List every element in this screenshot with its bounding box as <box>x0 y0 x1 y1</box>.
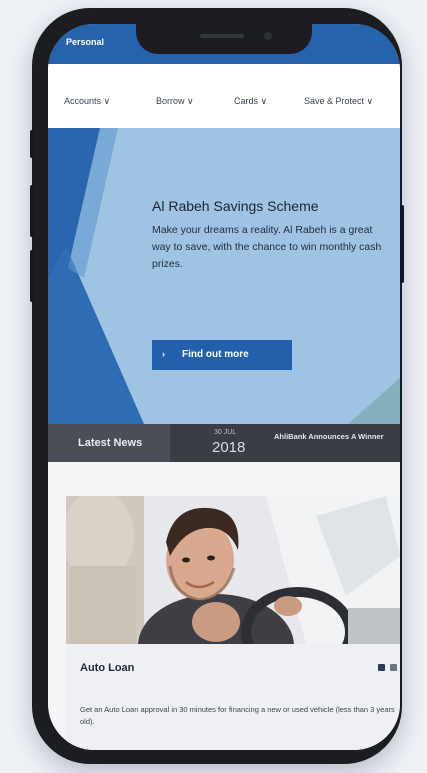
phone-screen: Personal Accounts ∨ Borrow ∨ Cards ∨ Sav… <box>48 24 400 750</box>
auto-loan-description: Get an Auto Loan approval in 30 minutes … <box>80 705 395 726</box>
notch-speaker <box>200 34 244 38</box>
latest-news-label: Latest News <box>78 437 143 449</box>
find-out-more-label: Find out more <box>182 349 249 360</box>
auto-loan-photo <box>66 496 400 644</box>
auto-loan-title: Auto Loan <box>80 662 135 674</box>
latest-news-bar: Latest News 30 JUL 2018 AhliBank Announc… <box>48 424 400 462</box>
phone-notch <box>136 24 312 54</box>
notch-camera <box>264 32 272 40</box>
tab-personal[interactable]: Personal <box>66 37 104 47</box>
find-out-more-button[interactable]: › Find out more <box>152 340 292 370</box>
carousel-dot[interactable] <box>390 664 397 671</box>
hero-background-shapes <box>48 128 400 424</box>
phone-side-button <box>30 130 34 158</box>
main-nav: Accounts ∨ Borrow ∨ Cards ∨ Save & Prote… <box>48 64 400 129</box>
news-date-day: 30 JUL <box>214 429 237 436</box>
phone-power-button <box>400 205 404 283</box>
nav-item-cards[interactable]: Cards ∨ <box>234 96 267 107</box>
auto-loan-card: Auto Loan Get an Auto Loan approval in 3… <box>66 644 400 750</box>
hero-description: Make your dreams a reality. Al Rabeh is … <box>152 224 382 270</box>
nav-item-save-protect[interactable]: Save & Protect ∨ <box>304 96 373 107</box>
hero-banner: Al Rabeh Savings Scheme Make your dreams… <box>48 128 400 424</box>
chevron-right-icon: › <box>162 349 165 359</box>
man-driving-car-image <box>66 496 400 644</box>
nav-item-accounts[interactable]: Accounts ∨ <box>64 96 110 107</box>
nav-item-borrow[interactable]: Borrow ∨ <box>156 96 194 107</box>
carousel-dot-active[interactable] <box>378 664 385 671</box>
phone-volume-up <box>30 185 34 237</box>
news-headline-link[interactable]: AhliBank Announces A Winner <box>274 431 400 442</box>
news-date-year: 2018 <box>212 439 246 456</box>
latest-news-header: Latest News <box>48 424 170 462</box>
phone-volume-down <box>30 250 34 302</box>
hero-title: Al Rabeh Savings Scheme <box>152 198 319 214</box>
